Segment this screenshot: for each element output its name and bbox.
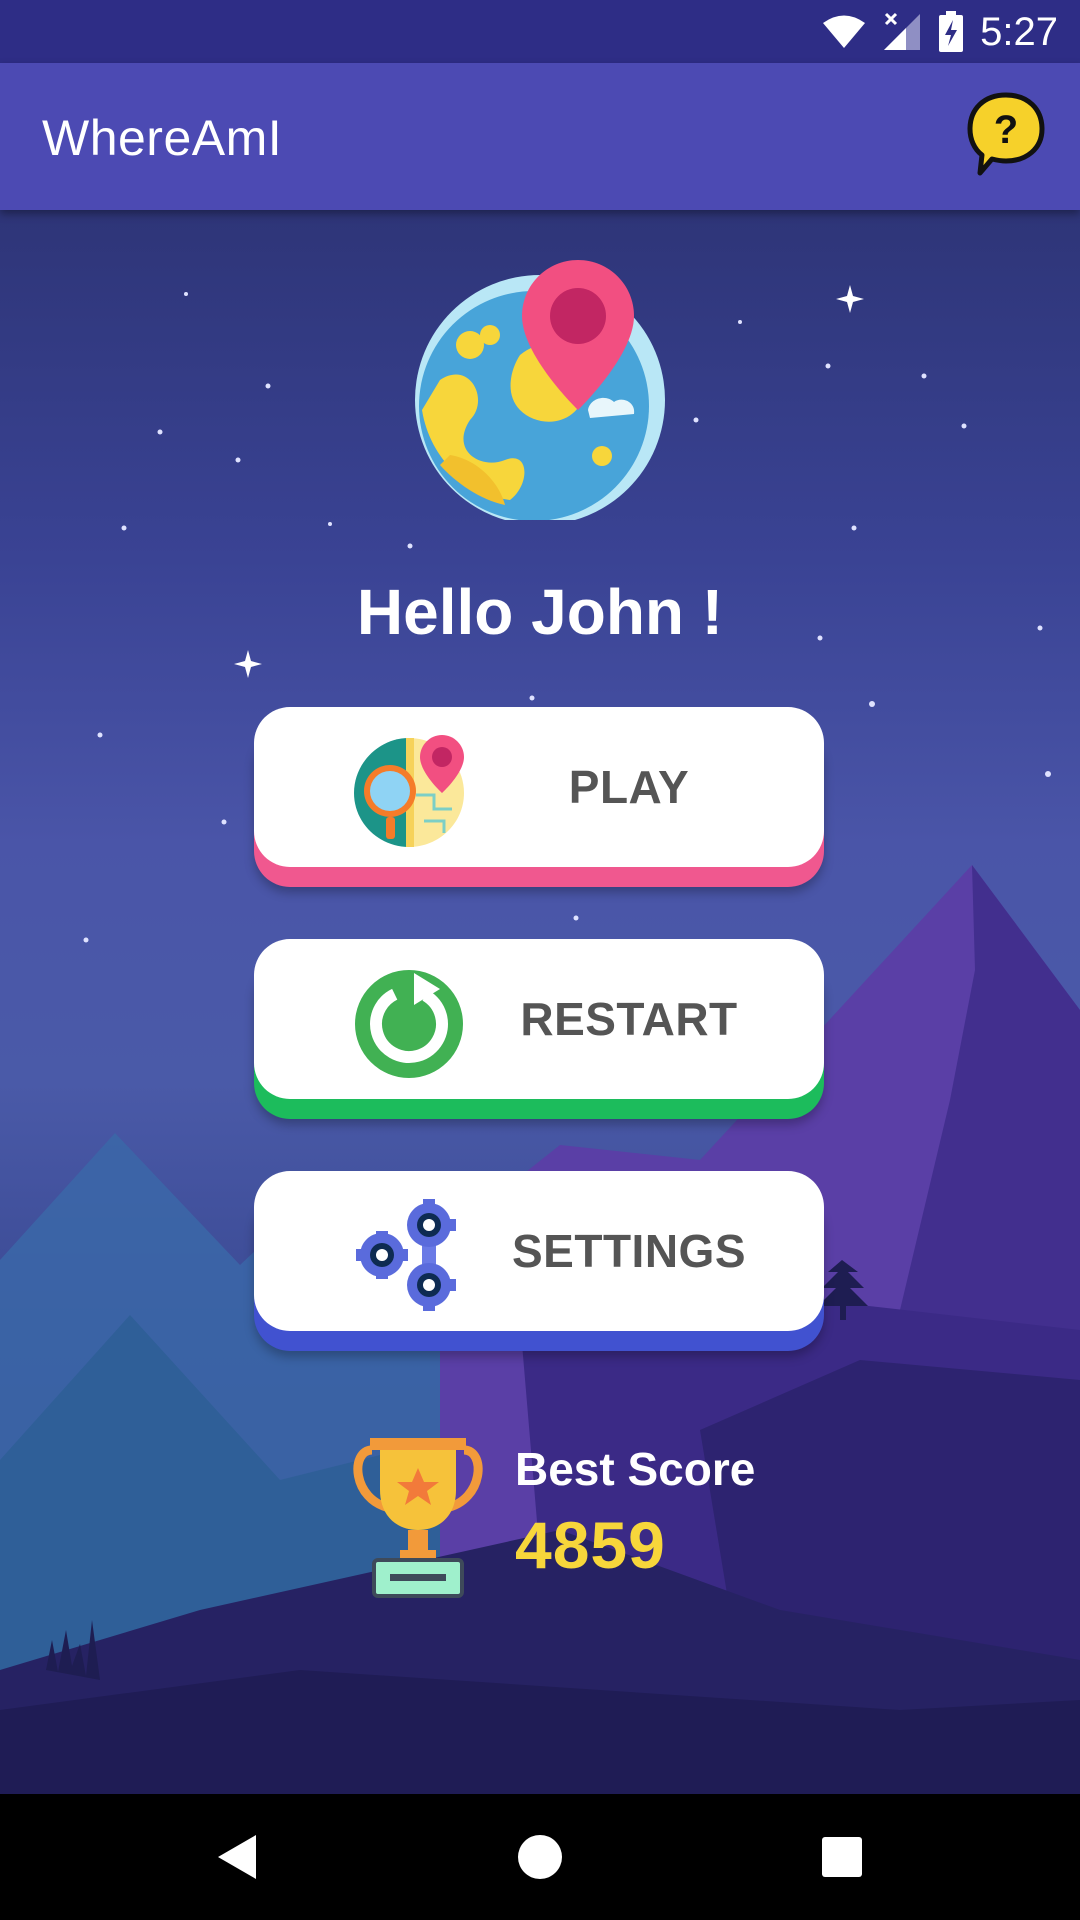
app-bar: WhereAmI ? [0, 63, 1080, 210]
globe-location-logo [415, 260, 665, 520]
status-icons: 5:27 [822, 8, 1058, 56]
restart-label: RESTART [520, 993, 738, 1045]
best-score-label: Best Score [515, 1443, 756, 1495]
settings-label: SETTINGS [511, 1225, 747, 1277]
svg-text:?: ? [994, 108, 1018, 152]
best-score-value: 4859 [515, 1508, 666, 1582]
status-bar: 5:27 [0, 0, 1080, 63]
battery-charging-icon [939, 11, 964, 52]
status-clock: 5:27 [980, 9, 1058, 54]
play-label: PLAY [568, 761, 690, 813]
map-search-icon [354, 735, 464, 847]
gears-icon [356, 1199, 456, 1311]
help-bubble-icon[interactable]: ? [966, 91, 1046, 177]
app-title: WhereAmI [42, 110, 283, 166]
restart-icon [355, 970, 463, 1078]
restart-button[interactable]: RESTART [254, 939, 824, 1099]
cell-signal-icon [884, 12, 921, 50]
recents-icon[interactable] [812, 1827, 872, 1887]
navigation-bar [0, 1794, 1080, 1920]
trophy-icon [353, 1438, 483, 1598]
greeting-text: Hello John ! [356, 576, 724, 648]
play-button[interactable]: PLAY [254, 707, 824, 867]
settings-button[interactable]: SETTINGS [254, 1171, 824, 1331]
home-icon[interactable] [510, 1827, 570, 1887]
main-screen: Hello John ! PLAY RESTART SETTINGS Best … [0, 210, 1080, 1794]
wifi-icon [823, 15, 866, 48]
back-icon[interactable] [208, 1827, 268, 1887]
